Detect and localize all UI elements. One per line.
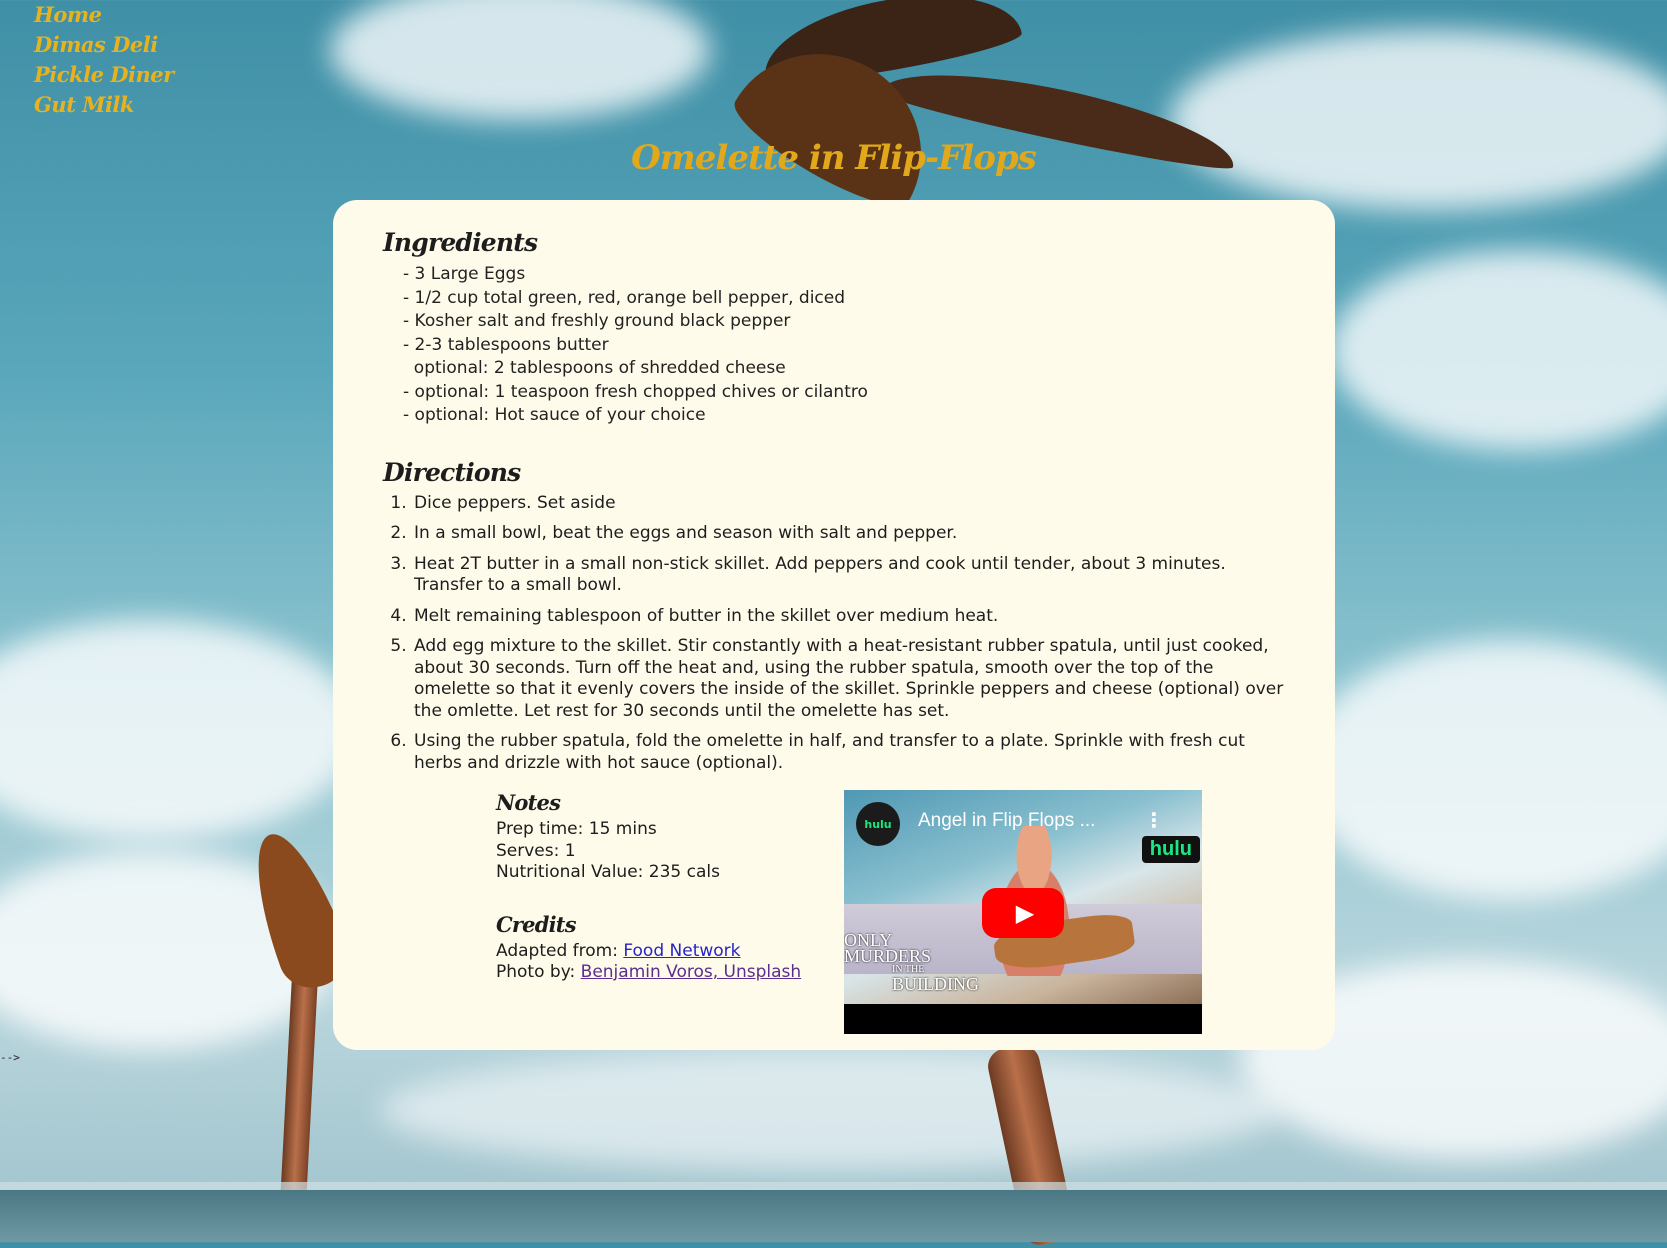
credit-photo: Photo by: Benjamin Voros, Unsplash [496,962,844,984]
ingredient-item: - 1/2 cup total green, red, orange bell … [403,287,846,308]
page-title: Omelette in Flip-Flops [631,138,1037,178]
nav-link-home[interactable]: Home [34,0,174,30]
credits-section: Credits Adapted from: Food Network Photo… [496,912,844,984]
credit-photo-label: Photo by: [496,962,581,982]
notes-and-video: Notes Prep time: 15 mins Serves: 1 Nutri… [496,790,1202,1034]
hulu-logo: hulu [1141,836,1200,863]
ingredients-list: - 3 Large Eggs - 1/2 cup total green, re… [383,263,1285,428]
channel-avatar[interactable]: hulu [856,802,900,846]
site-nav: Home Dimas Deli Pickle Diner Gut Milk [34,0,174,120]
direction-step: Add egg mixture to the skillet. Stir con… [412,636,1285,722]
play-icon: ▶ [1015,899,1035,927]
notes-heading: Notes [496,790,561,815]
directions-heading: Directions [383,457,521,487]
serves: Serves: 1 [496,840,576,861]
video-title[interactable]: Angel in Flip Flops ... [918,810,1095,832]
credits-heading: Credits [496,911,577,937]
direction-step: In a small bowl, beat the eggs and seaso… [412,523,1285,545]
prep-time: Prep time: 15 mins [496,819,657,839]
youtube-embed[interactable]: hulu Angel in Flip Flops ... ⋮ hulu ONLY… [844,790,1202,1034]
ingredient-item: - optional: 1 teaspoon fresh chopped chi… [403,381,868,402]
show-title-line: MURDERS [844,946,932,966]
nav-link-pickle-diner[interactable]: Pickle Diner [34,60,174,90]
show-title-art: ONLY MURDERS IN THE BUILDING [844,931,979,993]
play-button[interactable]: ▶ [982,888,1064,938]
nav-link-dimas-deli[interactable]: Dimas Deli [34,30,174,60]
ingredients-heading: Ingredients [383,228,538,257]
stray-comment-text: --> [0,1051,20,1064]
direction-step: Dice peppers. Set aside [412,493,1285,515]
nav-link-gut-milk[interactable]: Gut Milk [34,90,174,120]
direction-step: Melt remaining tablespoon of butter in t… [412,606,1285,628]
recipe-card: Ingredients - 3 Large Eggs - 1/2 cup tot… [333,200,1335,1050]
ingredient-item: - optional: Hot sauce of your choice [403,405,706,425]
ingredient-item: optional: 2 tablespoons of shredded chee… [403,358,786,378]
direction-step: Heat 2T butter in a small non-stick skil… [412,554,1285,597]
show-title-line: BUILDING [892,974,979,994]
more-options-icon[interactable]: ⋮ [1144,808,1164,832]
food-network-link[interactable]: Food Network [623,941,740,961]
nutritional-value: Nutritional Value: 235 cals [496,862,720,882]
credit-adapted: Adapted from: Food Network [496,941,844,963]
ingredient-item: - 3 Large Eggs [403,264,526,284]
direction-step: Using the rubber spatula, fold the omele… [412,731,1285,774]
notes-section: Notes Prep time: 15 mins Serves: 1 Nutri… [496,790,844,1034]
ingredient-item: - 2-3 tablespoons butter [403,334,609,355]
credit-adapted-label: Adapted from: [496,940,624,961]
directions-list: Dice peppers. Set aside In a small bowl,… [383,493,1285,775]
ingredient-item: - Kosher salt and freshly ground black p… [403,311,791,331]
photo-credit-link[interactable]: Benjamin Voros, Unsplash [581,962,802,982]
